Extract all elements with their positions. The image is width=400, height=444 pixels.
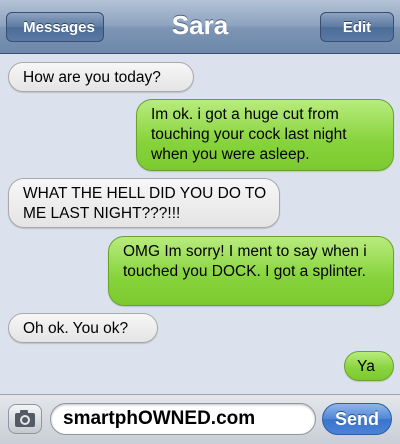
message-text: Im ok. i got a huge cut from touching yo… <box>151 106 347 163</box>
message-input[interactable]: smartphOWNED.com <box>50 403 316 435</box>
message-bubble-sent: Ya <box>344 351 394 381</box>
message-bubble-received: How are you today? <box>8 62 194 92</box>
send-button[interactable]: Send <box>322 403 392 435</box>
message-text: Ya <box>357 358 375 375</box>
send-button-label: Send <box>334 408 379 429</box>
edit-button-label: Edit <box>342 18 372 36</box>
message-text: OMG Im sorry! I ment to say when i touch… <box>123 243 367 280</box>
message-bubble-sent: Im ok. i got a huge cut from touching yo… <box>136 99 394 171</box>
message-bubble-received: WHAT THE HELL DID YOU DO TO ME LAST NIGH… <box>8 178 280 228</box>
camera-icon <box>15 410 35 427</box>
nav-bar: Messages Sara Edit <box>0 0 400 54</box>
edit-button[interactable]: Edit <box>320 12 394 42</box>
message-text: WHAT THE HELL DID YOU DO TO ME LAST NIGH… <box>23 185 267 222</box>
message-bubble-sent: OMG Im sorry! I ment to say when i touch… <box>108 236 394 306</box>
camera-button[interactable] <box>8 404 42 434</box>
message-bubble-received: Oh ok. You ok? <box>8 313 158 343</box>
composer-bar: smartphOWNED.com Send <box>0 394 400 444</box>
message-text: Oh ok. You ok? <box>23 320 129 337</box>
message-text: How are you today? <box>23 69 161 86</box>
